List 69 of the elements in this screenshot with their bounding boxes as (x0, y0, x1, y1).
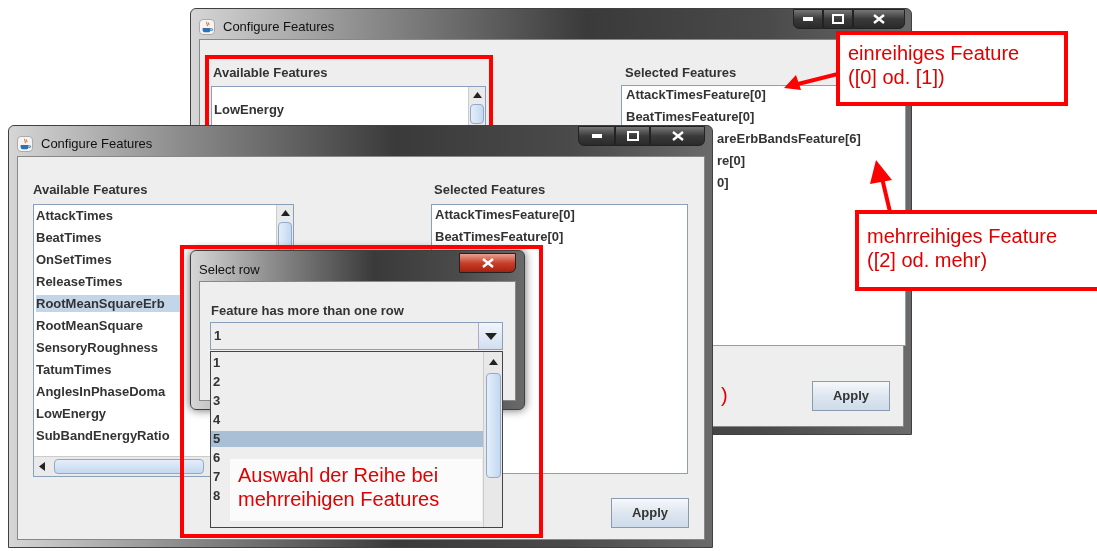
section-label: Selected Features (625, 64, 737, 82)
dropdown-option[interactable]: 4 (211, 412, 223, 428)
dropdown-option[interactable]: 2 (211, 374, 223, 390)
dropdown-option[interactable]: 7 (211, 469, 223, 485)
close-button[interactable] (459, 253, 516, 273)
list-item[interactable]: AttackTimesFeature[0] (626, 86, 766, 103)
list-item[interactable]: AttackTimes (36, 207, 114, 224)
list-item[interactable]: BeatTimes (36, 229, 102, 246)
minimize-button[interactable] (793, 9, 823, 29)
list-item[interactable]: RootMeanSquare (36, 317, 143, 334)
close-icon (873, 14, 885, 24)
window-title: Configure Features (223, 18, 335, 36)
section-label: Selected Features (434, 181, 546, 199)
dropdown-option[interactable]: 8 (211, 488, 223, 504)
dropdown-option[interactable]: 6 (211, 450, 223, 466)
cup-icon (17, 135, 33, 152)
list-item[interactable]: AttackTimesFeature[0] (435, 206, 575, 223)
close-button[interactable] (650, 126, 705, 146)
section-label: Available Features (33, 181, 148, 199)
close-icon (671, 131, 684, 141)
window-title: Select row (199, 261, 260, 279)
annotation-fragment: ) (721, 383, 728, 408)
apply-button[interactable]: Apply (812, 381, 890, 411)
dropdown-field[interactable]: 1 (210, 322, 503, 350)
list-item[interactable]: RootMeanSquareErb (36, 295, 181, 312)
dropdown-value: 1 (213, 327, 223, 346)
up-arrow-icon[interactable] (472, 92, 482, 98)
minimize-button[interactable] (578, 126, 615, 146)
window-title: Configure Features (41, 135, 153, 153)
apply-button[interactable]: Apply (611, 498, 689, 528)
list-item[interactable]: OnSetTimes (36, 251, 112, 268)
list-item[interactable]: AnglesInPhaseDoma (36, 383, 166, 400)
list-item[interactable]: BeatTimesFeature[0] (626, 108, 755, 125)
list-item[interactable]: areErbBandsFeature[6] (717, 130, 861, 147)
list-item[interactable]: LowEnergy (214, 101, 285, 118)
minimize-icon (591, 134, 602, 138)
list-item[interactable]: TatumTimes (36, 361, 112, 378)
scroll-thumb[interactable] (54, 459, 204, 474)
callout-text: einreihiges Feature ([0] od. [1]) (848, 41, 1021, 89)
list-item[interactable]: BeatTimesFeature[0] (435, 228, 564, 245)
cup-icon (199, 18, 215, 35)
section-label: Available Features (213, 64, 328, 82)
dropdown-option[interactable]: 5 (211, 431, 483, 447)
scroll-thumb[interactable] (485, 373, 501, 478)
maximize-icon (832, 14, 844, 24)
up-arrow-icon[interactable] (488, 359, 498, 365)
close-button[interactable] (853, 9, 905, 29)
list-item[interactable]: ReleaseTimes (36, 273, 123, 290)
dropdown-option[interactable]: 3 (211, 393, 223, 409)
list-item[interactable]: 0] (717, 174, 729, 191)
prompt-label: Feature has more than one row (211, 302, 404, 320)
maximize-button[interactable] (615, 126, 650, 146)
list-item[interactable]: SubBandEnergyRatio (36, 427, 170, 444)
caret-icon[interactable] (484, 332, 497, 340)
close-icon (481, 258, 494, 268)
callout-text: mehrreihiges Feature ([2] od. mehr) (867, 224, 1059, 272)
maximize-icon (626, 131, 639, 141)
up-arrow-icon[interactable] (280, 210, 290, 216)
maximize-button[interactable] (823, 9, 853, 29)
list-item[interactable]: LowEnergy (36, 405, 107, 422)
left-arrow-icon[interactable] (39, 462, 45, 471)
minimize-icon (803, 17, 813, 21)
dropdown-option[interactable]: 1 (211, 355, 223, 371)
list-item[interactable]: re[0] (717, 152, 746, 169)
scroll-thumb[interactable] (470, 104, 484, 124)
list-item[interactable]: SensoryRoughness (36, 339, 159, 356)
callout-text: Auswahl der Reihe bei mehrreihigen Features (238, 463, 441, 511)
scrollbar[interactable] (468, 87, 485, 126)
scrollbar[interactable] (483, 352, 502, 527)
